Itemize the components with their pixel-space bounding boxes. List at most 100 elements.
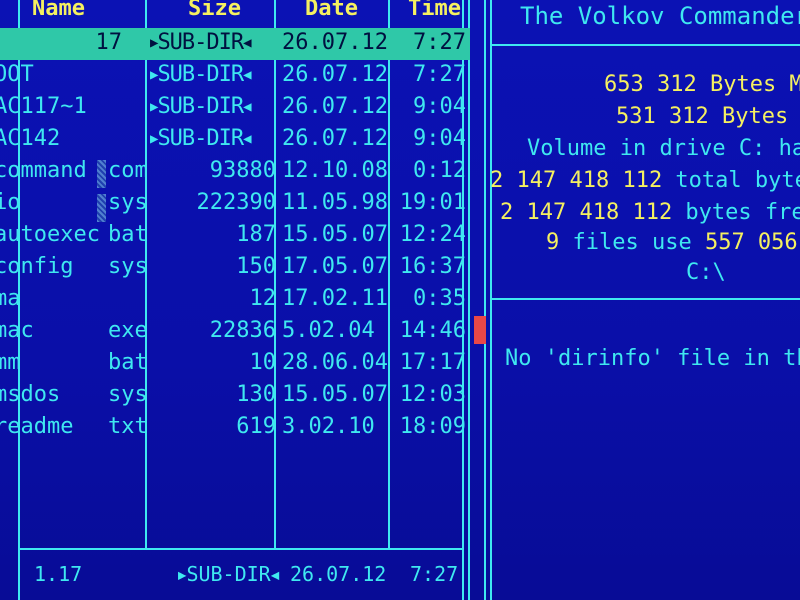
file-ext: sys	[108, 190, 148, 215]
file-time: 7:27	[413, 62, 466, 87]
left-panel-footer-divider	[18, 548, 464, 550]
file-date: 15.05.07	[282, 382, 388, 407]
subdir-right-marker-icon: ◀	[243, 131, 252, 147]
file-date: 15.05.07	[282, 222, 388, 247]
file-name: config	[0, 254, 74, 279]
header-time[interactable]: Time	[408, 0, 461, 21]
file-size: 187	[236, 222, 276, 247]
file-time: 18:09	[399, 414, 466, 439]
file-size: ▶SUB-DIR◀	[150, 30, 252, 55]
file-name: io	[0, 190, 21, 215]
dirinfo-message: No 'dirinfo' file in this	[505, 346, 800, 371]
file-date: 28.06.04	[282, 350, 388, 375]
file-size: 619	[236, 414, 276, 439]
file-row[interactable]: readme txt 619 3.02.10 18:09	[0, 412, 470, 444]
file-size: 150	[236, 254, 276, 279]
right-panel-border-left	[484, 0, 486, 600]
file-row[interactable]: AC142 ▶SUB-DIR◀ 26.07.12 9:04	[0, 124, 470, 156]
volume-info: Volume in drive C: has	[527, 136, 800, 161]
subdir-right-marker-icon: ◀	[270, 567, 280, 584]
file-ext: bat	[108, 350, 148, 375]
file-time: 12:03	[399, 382, 466, 407]
subdir-right-marker-icon: ◀	[243, 35, 252, 51]
file-time: 17:17	[399, 350, 466, 375]
file-row-selected[interactable]: 17 ▶SUB-DIR◀ 26.07.12 7:27	[0, 28, 470, 60]
file-name: mac	[0, 318, 34, 343]
memory-total: 653 312 Bytes Me	[604, 72, 800, 97]
file-date: 26.07.12	[282, 62, 388, 87]
file-time: 12:24	[399, 222, 466, 247]
file-row[interactable]: config sys 150 17.05.07 16:37	[0, 252, 470, 284]
files-usage: 9 files use 557 056 by	[546, 230, 798, 255]
file-date: 11.05.98	[282, 190, 388, 215]
header-size[interactable]: Size	[188, 0, 241, 21]
file-row[interactable]: io sys 222390 11.05.98 19:01	[0, 188, 470, 220]
header-name[interactable]: Name	[32, 0, 85, 21]
file-row[interactable]: command com 93880 12.10.08 0:12	[0, 156, 470, 188]
file-ext: txt	[108, 414, 148, 439]
file-row[interactable]: mac exe 22836 5.02.04 14:46	[0, 316, 470, 348]
file-name: command	[0, 158, 87, 183]
footer-size: ▶SUB-DIR◀	[178, 562, 280, 586]
subdir-right-marker-icon: ◀	[243, 99, 252, 115]
file-name: ma	[0, 286, 21, 311]
file-name: readme	[0, 414, 74, 439]
file-date: 12.10.08	[282, 158, 388, 183]
file-time: 16:37	[399, 254, 466, 279]
disk-total: 2 147 418 112 total bytes	[490, 168, 800, 193]
file-name: mm	[0, 350, 21, 375]
file-date: 26.07.12	[282, 94, 388, 119]
file-size: 130	[236, 382, 276, 407]
file-ext: exe	[108, 318, 148, 343]
file-time: 0:12	[413, 158, 466, 183]
file-size: ▶SUB-DIR◀	[150, 126, 252, 151]
file-name: AC142	[0, 126, 61, 151]
file-time: 7:27	[413, 30, 466, 55]
memory-free: 531 312 Bytes Fr	[616, 104, 800, 129]
file-time: 9:04	[413, 94, 466, 119]
file-row[interactable]: mm bat 10 28.06.04 17:17	[0, 348, 470, 380]
file-name: 17	[95, 30, 123, 55]
file-size: 222390	[196, 190, 276, 215]
file-row[interactable]: AC117~1 ▶SUB-DIR◀ 26.07.12 9:04	[0, 92, 470, 124]
footer-time: 7:27	[410, 562, 459, 586]
file-row[interactable]: msdos sys 130 15.05.07 12:03	[0, 380, 470, 412]
right-panel-info-divider	[490, 298, 800, 300]
file-row[interactable]: OOT ▶SUB-DIR◀ 26.07.12 7:27	[0, 60, 470, 92]
file-ext: com	[108, 158, 148, 183]
file-time: 0:35	[413, 286, 466, 311]
file-name: autoexec	[0, 222, 100, 247]
file-date: 5.02.04	[282, 318, 375, 343]
file-size: 12	[249, 286, 277, 311]
footer-name: 1.17	[34, 562, 83, 586]
subdir-right-marker-icon: ◀	[243, 67, 252, 83]
command-attr-shade	[97, 160, 106, 188]
file-date: 3.02.10	[282, 414, 375, 439]
header-date[interactable]: Date	[305, 0, 358, 21]
file-size: 22836	[209, 318, 276, 343]
file-name: OOT	[0, 62, 34, 87]
file-name: msdos	[0, 382, 61, 407]
file-time: 14:46	[399, 318, 466, 343]
io-attr-shade	[97, 194, 106, 222]
file-ext: sys	[108, 382, 148, 407]
file-name: AC117~1	[0, 94, 87, 119]
file-size: ▶SUB-DIR◀	[150, 94, 252, 119]
file-date: 26.07.12	[282, 126, 388, 151]
file-date: 17.02.11	[282, 286, 388, 311]
footer-date: 26.07.12	[290, 562, 387, 586]
file-time: 9:04	[413, 126, 466, 151]
current-path: C:\	[686, 260, 726, 285]
file-size: 10	[249, 350, 277, 375]
file-date: 17.05.07	[282, 254, 388, 279]
file-ext: bat	[108, 222, 148, 247]
file-row[interactable]: autoexec bat 187 15.05.07 12:24	[0, 220, 470, 252]
file-date: 26.07.12	[282, 30, 388, 55]
volkov-commander-screen: Name Size Date Time 17 ▶SUB-DIR◀ 26.07.12 7…	[0, 0, 800, 600]
right-panel-border-left-inner	[490, 0, 492, 600]
file-time: 19:01	[399, 190, 466, 215]
file-row[interactable]: ma 12 17.02.11 0:35	[0, 284, 470, 316]
file-size: ▶SUB-DIR◀	[150, 62, 252, 87]
app-title: The Volkov Commander, U	[520, 2, 800, 30]
file-size: 93880	[209, 158, 276, 183]
